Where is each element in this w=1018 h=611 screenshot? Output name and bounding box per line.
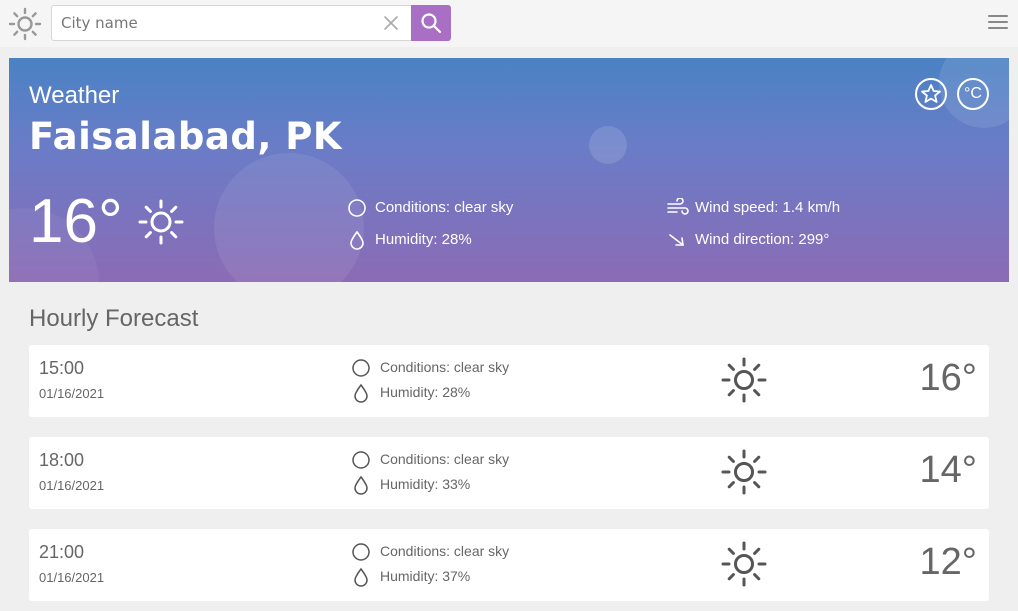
star-icon [921,84,941,103]
forecast-temperature: 16° [919,357,977,399]
unit-toggle-button[interactable]: °C [957,78,989,110]
forecast-date: 01/16/2021 [39,386,105,401]
weather-label: Weather [29,82,120,109]
forecast-time: 21:00 [39,542,85,562]
circle-icon [352,543,370,561]
circle-icon [348,199,366,217]
circle-icon [352,451,370,469]
sun-icon [138,199,184,245]
bokeh-decoration [214,153,364,282]
arrow-down-right-icon [669,234,684,246]
favorite-button[interactable] [915,78,947,110]
forecast-item: 21:00 01/16/2021 Conditions: clear sky H… [29,529,989,601]
clear-icon[interactable] [383,15,399,31]
sun-icon [721,449,767,495]
forecast-title: Hourly Forecast [29,305,199,332]
circle-icon [352,359,370,377]
forecast-temperature: 14° [919,449,977,491]
city-name: Faisalabad, PK [29,115,343,158]
forecast-temperature: 12° [919,541,977,583]
forecast-date: 01/16/2021 [39,570,105,585]
hamburger-menu-icon[interactable] [988,15,1010,31]
forecast-time: 15:00 [39,358,85,378]
current-weather-panel: Weather Faisalabad, PK 16° Conditions: c… [9,58,1009,282]
sun-icon [721,541,767,587]
current-temperature: 16° [29,187,123,256]
sun-icon [721,357,767,403]
droplet-icon [350,230,364,250]
droplet-icon [354,475,368,495]
forecast-item: 15:00 01/16/2021 Conditions: clear sky H… [29,345,989,417]
forecast-date: 01/16/2021 [39,478,105,493]
bokeh-decoration [589,126,627,164]
search-button[interactable] [411,5,451,41]
search-box [51,5,411,41]
search-input[interactable] [61,6,371,40]
droplet-icon [354,383,368,403]
forecast-item: 18:00 01/16/2021 Conditions: clear sky H… [29,437,989,509]
top-bar [0,0,1018,47]
search-icon [421,13,442,34]
forecast-time: 18:00 [39,450,85,470]
wind-icon [667,198,689,215]
sun-logo-icon[interactable] [8,7,42,41]
droplet-icon [354,567,368,587]
